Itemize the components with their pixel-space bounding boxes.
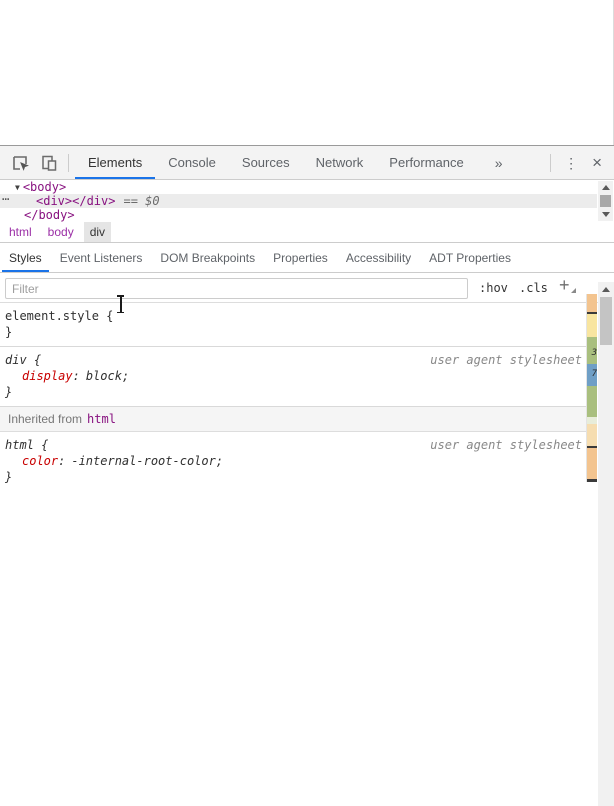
- styles-overview-color-strip: 3 7: [586, 294, 597, 482]
- close-devtools-icon[interactable]: ×: [592, 154, 602, 171]
- rule-selector[interactable]: div: [5, 353, 27, 367]
- styles-pane-scrollbar[interactable]: [598, 282, 614, 806]
- styles-filter-input[interactable]: [5, 278, 468, 299]
- devtools-main-tabs: Elements Console Sources Network Perform…: [75, 146, 477, 179]
- inherited-tag-link[interactable]: html: [87, 412, 116, 426]
- tab-elements[interactable]: Elements: [75, 146, 156, 179]
- tab-performance[interactable]: Performance: [376, 146, 476, 179]
- css-property-name[interactable]: color: [22, 454, 58, 468]
- tab-sources[interactable]: Sources: [229, 146, 303, 179]
- tab-console[interactable]: Console: [155, 146, 229, 179]
- breadcrumb-body[interactable]: body: [42, 222, 80, 242]
- dom-node-body-close[interactable]: </body>: [0, 208, 597, 222]
- tab-event-listeners[interactable]: Event Listeners: [51, 243, 152, 272]
- css-property-name[interactable]: display: [22, 369, 73, 383]
- devtools-panel: Elements Console Sources Network Perform…: [0, 145, 614, 806]
- devtools-toolbar: Elements Console Sources Network Perform…: [0, 146, 614, 180]
- device-toolbar-icon[interactable]: [39, 153, 59, 173]
- customize-menu-icon[interactable]: ⋮: [564, 156, 578, 170]
- toggle-element-classes-button[interactable]: .cls: [519, 281, 548, 295]
- node-options-ellipsis-icon[interactable]: ⋯: [2, 192, 10, 206]
- dom-tree-scrollbar[interactable]: [598, 181, 613, 221]
- toggle-hover-state-button[interactable]: :hov: [479, 281, 508, 295]
- stylesheet-origin-label: user agent stylesheet: [430, 438, 582, 452]
- browser-window: Elements Console Sources Network Perform…: [0, 0, 614, 806]
- toolbar-right-controls: ⋮ ×: [550, 146, 614, 179]
- dom-node-body-open[interactable]: ▼ <body>: [0, 180, 597, 194]
- tab-adt-properties[interactable]: ADT Properties: [420, 243, 520, 272]
- toolbar-divider: [550, 153, 552, 172]
- inspect-element-icon[interactable]: [10, 153, 30, 173]
- breadcrumb-html[interactable]: html: [3, 222, 38, 242]
- style-rule-div[interactable]: user agent stylesheet div { display: bloc…: [0, 347, 586, 407]
- new-style-rule-button[interactable]: +: [559, 275, 575, 296]
- toolbar-divider: [68, 153, 69, 172]
- css-property-value[interactable]: -internal-root-color: [71, 454, 216, 468]
- scrollbar-thumb[interactable]: [600, 195, 611, 207]
- tab-network[interactable]: Network: [303, 146, 377, 179]
- more-tabs-icon[interactable]: »: [495, 155, 503, 171]
- style-rule-html[interactable]: user agent stylesheet html { color: -inte…: [0, 432, 586, 491]
- tab-properties[interactable]: Properties: [264, 243, 337, 272]
- scrollbar-thumb[interactable]: [600, 297, 612, 345]
- dom-tree: ▼ <body> ⋯ <div></div> == $0 </body>: [0, 180, 614, 222]
- scroll-down-arrow-icon[interactable]: [598, 208, 613, 221]
- dom-node-div-selected[interactable]: ⋯ <div></div> == $0: [0, 192, 597, 208]
- page-viewport: [0, 0, 614, 145]
- stylesheet-origin-label: user agent stylesheet: [430, 353, 582, 367]
- styles-pane: element.style { } user agent stylesheet …: [0, 303, 614, 806]
- breadcrumb-div[interactable]: div: [83, 222, 112, 242]
- tab-styles[interactable]: Styles: [0, 243, 51, 272]
- tab-dom-breakpoints[interactable]: DOM Breakpoints: [151, 243, 264, 272]
- scroll-up-arrow-icon[interactable]: [598, 181, 613, 194]
- styles-filter-bar: :hov .cls +: [0, 273, 614, 303]
- style-rule-element-style[interactable]: element.style { }: [0, 303, 586, 347]
- scroll-up-arrow-icon[interactable]: [598, 282, 614, 297]
- tab-accessibility[interactable]: Accessibility: [337, 243, 420, 272]
- collapse-arrow-icon[interactable]: ▼: [15, 183, 20, 192]
- styles-sidebar-tabs: Styles Event Listeners DOM Breakpoints P…: [0, 243, 614, 273]
- css-property-value[interactable]: block: [86, 369, 122, 383]
- breadcrumb: html body div: [0, 222, 614, 243]
- rule-selector[interactable]: element.style: [5, 309, 99, 323]
- selected-node-annotation: == $0: [123, 194, 160, 208]
- inherited-from-header: Inherited from html: [0, 407, 586, 432]
- rule-selector[interactable]: html: [5, 438, 34, 452]
